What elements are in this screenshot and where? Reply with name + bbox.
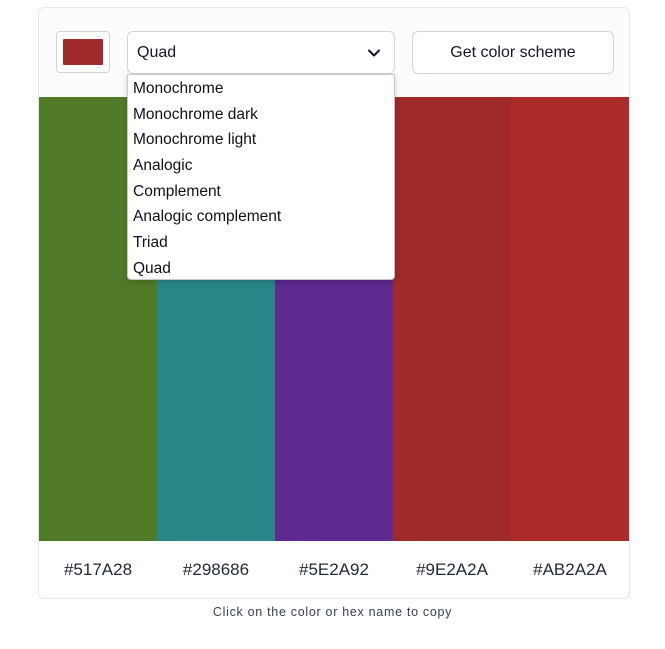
scheme-option[interactable]: Monochrome light	[128, 127, 394, 153]
scheme-option[interactable]: Triad	[128, 230, 394, 256]
scheme-mode-value: Quad	[137, 43, 177, 61]
hex-labels-row: #517A28 #298686 #5E2A92 #9E2A2A #AB2A2A	[39, 541, 629, 598]
scheme-option[interactable]: Analogic	[128, 153, 394, 179]
seed-color-picker[interactable]	[56, 31, 110, 73]
scheme-option[interactable]: Monochrome	[128, 76, 394, 102]
scheme-option[interactable]: Monochrome dark	[128, 102, 394, 128]
hex-label[interactable]: #AB2A2A	[511, 541, 629, 598]
hex-label[interactable]: #298686	[157, 541, 275, 598]
scheme-option[interactable]: Complement	[128, 179, 394, 205]
get-color-scheme-button[interactable]: Get color scheme	[412, 31, 614, 74]
scheme-mode-dropdown: Monochrome Monochrome dark Monochrome ligh…	[127, 74, 395, 280]
scheme-mode-select[interactable]: Quad	[127, 31, 395, 74]
hex-label[interactable]: #517A28	[39, 541, 157, 598]
color-column[interactable]	[511, 97, 629, 541]
hex-label[interactable]: #5E2A92	[275, 541, 393, 598]
hex-label[interactable]: #9E2A2A	[393, 541, 511, 598]
scheme-option[interactable]: Quad	[128, 256, 394, 282]
copy-hint: Click on the color or hex name to copy	[212, 605, 453, 619]
seed-color-swatch	[63, 39, 103, 65]
scheme-option[interactable]: Analogic complement	[128, 204, 394, 230]
chevron-down-icon	[368, 49, 380, 56]
color-column[interactable]	[393, 97, 511, 541]
